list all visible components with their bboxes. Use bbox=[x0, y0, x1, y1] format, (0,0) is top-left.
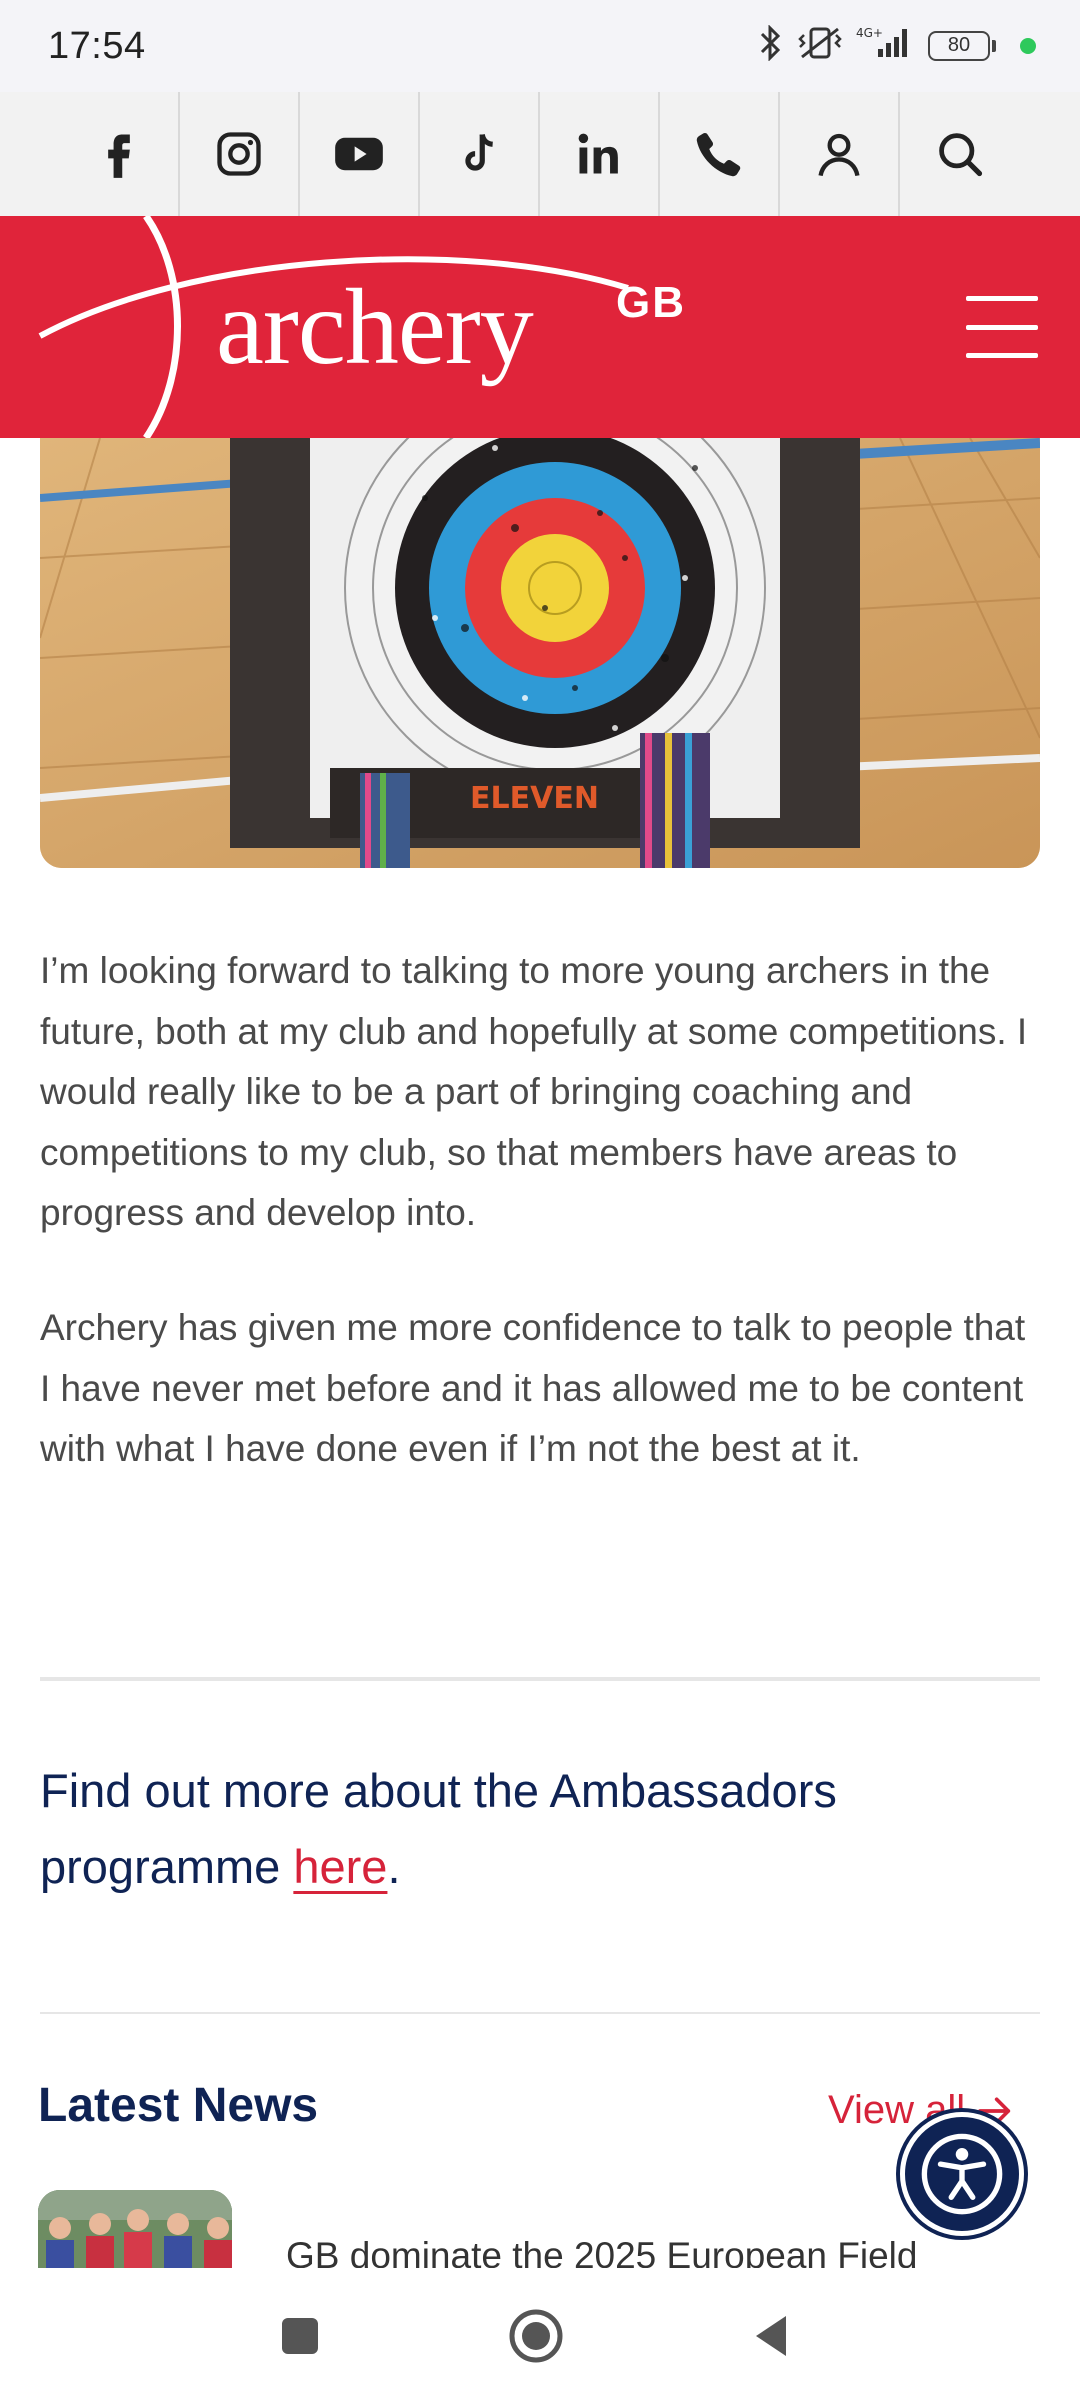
system-nav-bar bbox=[0, 2268, 1080, 2400]
article-paragraph: I’m looking forward to talking to more y… bbox=[40, 950, 1028, 1233]
accessibility-button[interactable] bbox=[900, 2112, 1024, 2236]
network-type: 4G+ bbox=[856, 26, 883, 40]
menu-icon-bar bbox=[966, 353, 1038, 358]
search-button[interactable] bbox=[900, 92, 1020, 216]
site-header: archery GB bbox=[0, 216, 1080, 438]
news-thumbnail[interactable] bbox=[38, 2190, 232, 2268]
ambassadors-here-link[interactable]: here bbox=[293, 1840, 387, 1893]
privacy-indicator-dot bbox=[1020, 38, 1036, 54]
home-button[interactable] bbox=[508, 2308, 564, 2364]
target-boss-print: ELEVEN bbox=[470, 781, 599, 816]
circle-home-icon bbox=[509, 2309, 563, 2363]
logo-wordmark: archery bbox=[216, 268, 534, 387]
logo-gb-mark: GB bbox=[616, 278, 686, 327]
instagram-link[interactable] bbox=[180, 92, 300, 216]
linkedin-icon bbox=[578, 133, 618, 174]
article-paragraph: Archery has given me more confidence to … bbox=[40, 1307, 1026, 1469]
ambassadors-cta: Find out more about the Ambassadors prog… bbox=[40, 1753, 1040, 1905]
archery-gb-logo[interactable]: archery GB bbox=[38, 216, 684, 438]
social-bar bbox=[0, 92, 1080, 216]
section-divider bbox=[40, 2012, 1040, 2014]
linkedin-link[interactable] bbox=[540, 92, 660, 216]
square-icon bbox=[282, 2318, 318, 2354]
facebook-icon bbox=[108, 134, 130, 178]
latest-news-heading: Latest News bbox=[38, 2079, 319, 2132]
instagram-icon bbox=[217, 132, 261, 176]
youtube-link[interactable] bbox=[300, 92, 420, 216]
recents-button[interactable] bbox=[272, 2308, 328, 2364]
news-photo bbox=[38, 2190, 232, 2268]
battery-level: 80 bbox=[928, 31, 990, 61]
status-time: 17:54 bbox=[48, 24, 146, 67]
tiktok-icon bbox=[465, 133, 494, 171]
search-icon bbox=[939, 133, 983, 177]
youtube-icon bbox=[335, 137, 383, 171]
signal-icon: 4G+ bbox=[856, 25, 914, 67]
phone-link[interactable] bbox=[660, 92, 780, 216]
status-icons: 4G+ 80 bbox=[758, 24, 1036, 67]
tiktok-link[interactable] bbox=[420, 92, 540, 216]
section-divider bbox=[40, 1677, 1040, 1681]
cta-period: . bbox=[387, 1840, 401, 1893]
facebook-link[interactable] bbox=[60, 92, 180, 216]
menu-icon-bar bbox=[966, 296, 1038, 301]
article-image: ELEVEN bbox=[40, 438, 1040, 868]
accessibility-icon bbox=[921, 2133, 1003, 2215]
archery-target-photo: ELEVEN bbox=[40, 438, 1040, 868]
cta-text: Find out more about the Ambassadors prog… bbox=[40, 1764, 837, 1893]
hamburger-menu-button[interactable] bbox=[966, 296, 1038, 358]
back-button[interactable] bbox=[744, 2308, 800, 2364]
menu-icon-bar bbox=[966, 324, 1038, 330]
news-headline-link[interactable]: GB dominate the 2025 European Field bbox=[286, 2228, 1046, 2268]
account-icon bbox=[818, 133, 860, 177]
status-bar: 17:54 4G+ 80 bbox=[0, 0, 1080, 92]
account-link[interactable] bbox=[780, 92, 900, 216]
battery-icon: 80 bbox=[928, 31, 996, 61]
phone-icon bbox=[696, 132, 741, 177]
back-triangle-icon bbox=[756, 2316, 786, 2356]
vibrate-off-icon bbox=[798, 25, 842, 67]
bluetooth-icon bbox=[758, 24, 784, 67]
